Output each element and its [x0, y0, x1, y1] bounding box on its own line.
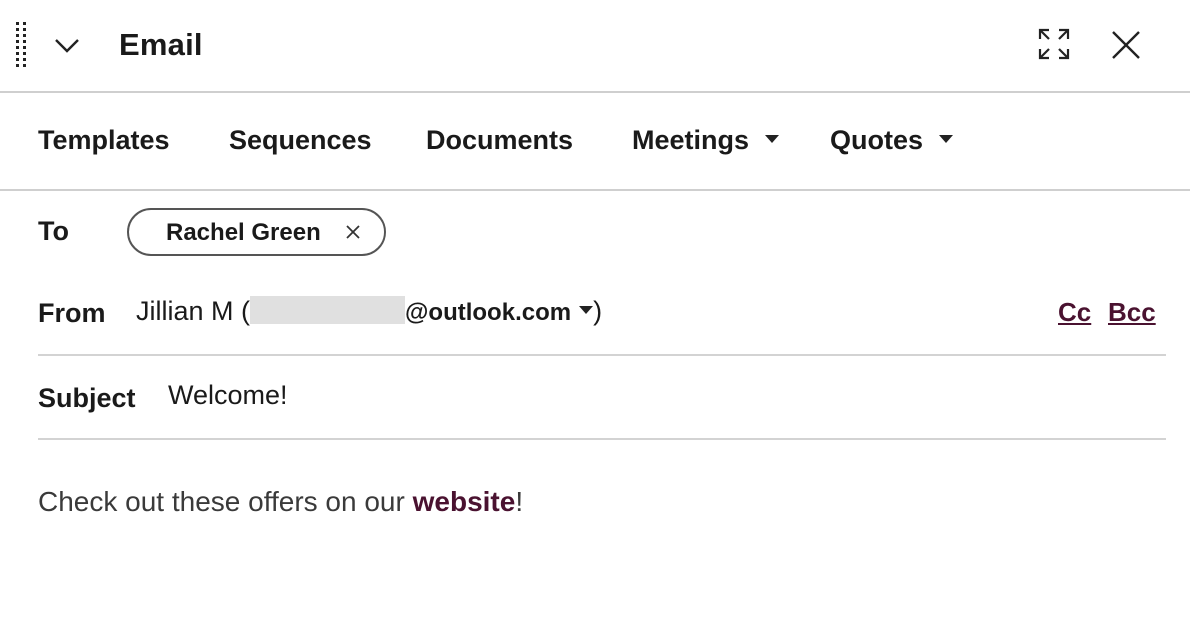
caret-down-icon [579, 306, 594, 315]
recipient-chip[interactable]: Rachel Green [127, 208, 386, 256]
templates-label: Templates [38, 125, 170, 155]
templates-button[interactable]: Templates [38, 125, 170, 156]
recipient-name: Rachel Green [166, 219, 321, 246]
body-text-suffix: ! [515, 486, 524, 517]
redacted-email [250, 295, 406, 324]
close-icon[interactable] [1108, 27, 1144, 63]
subject-label: Subject [38, 383, 136, 413]
panel-title: Email [119, 27, 203, 62]
caret-down-icon [938, 135, 953, 144]
drag-handle-icon[interactable] [14, 22, 28, 68]
from-close-paren: ) [593, 296, 603, 326]
from-account-selector[interactable]: Jillian M ( @outlook.com) [136, 295, 603, 332]
compose-header: Email [0, 0, 1190, 93]
website-link[interactable]: website [413, 486, 516, 517]
divider [38, 354, 1166, 356]
documents-button[interactable]: Documents [426, 125, 573, 156]
meetings-dropdown[interactable]: Meetings [632, 125, 779, 156]
from-domain: @outlook.com [405, 299, 572, 326]
from-name: Jillian M ( [136, 296, 251, 326]
sequences-button[interactable]: Sequences [229, 125, 372, 156]
chevron-down-icon[interactable] [52, 30, 82, 60]
compose-toolbar: Templates Sequences Documents Meetings Q… [0, 93, 1190, 191]
to-label: To [38, 216, 69, 246]
body-text-prefix: Check out these offers on our [38, 486, 413, 517]
sequences-label: Sequences [229, 125, 372, 155]
bcc-link[interactable]: Bcc [1108, 297, 1156, 328]
expand-icon[interactable] [1036, 26, 1072, 62]
quotes-dropdown[interactable]: Quotes [830, 125, 953, 156]
remove-recipient-icon[interactable] [345, 224, 361, 240]
divider [38, 438, 1166, 440]
from-label: From [38, 298, 106, 328]
documents-label: Documents [426, 125, 574, 155]
subject-input[interactable]: Welcome! [168, 380, 1148, 411]
caret-down-icon [764, 135, 779, 144]
cc-link[interactable]: Cc [1058, 297, 1091, 328]
email-body[interactable]: Check out these offers on our website! [38, 486, 523, 518]
meetings-label: Meetings [632, 125, 750, 155]
quotes-label: Quotes [830, 125, 924, 155]
